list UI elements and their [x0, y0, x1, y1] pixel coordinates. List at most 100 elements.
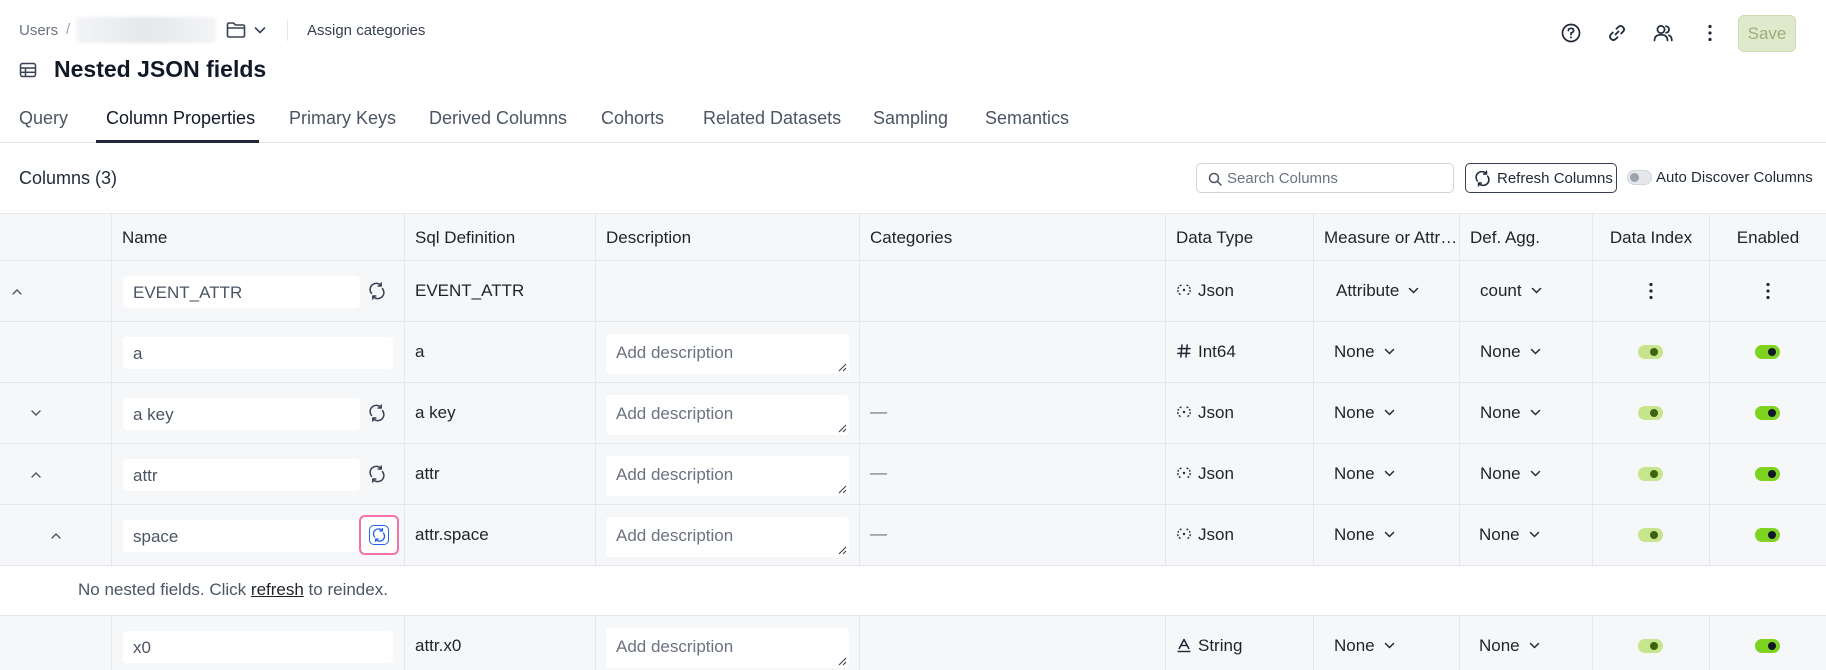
folder-icon[interactable] [226, 21, 246, 39]
chevron-down-icon[interactable] [254, 25, 266, 35]
breadcrumb-users[interactable]: Users [19, 22, 58, 39]
description-input[interactable] [606, 456, 849, 496]
data-index-toggle[interactable] [1638, 345, 1663, 359]
column-name-field[interactable]: EVENT_ATTR [123, 276, 360, 308]
tab-cohorts[interactable]: Cohorts [601, 108, 664, 129]
description-input[interactable] [606, 334, 849, 374]
header-categories[interactable]: Categories [859, 214, 1165, 261]
description-field[interactable] [606, 334, 849, 374]
chevron-down-icon [1530, 409, 1540, 416]
header-enabled[interactable]: Enabled [1709, 214, 1826, 261]
chevron-up-icon[interactable] [30, 471, 42, 479]
tab-column-properties[interactable]: Column Properties [106, 108, 255, 129]
resize-handle-icon[interactable] [838, 657, 847, 666]
chevron-down-icon[interactable] [30, 409, 42, 417]
column-name-field[interactable]: attr [123, 459, 360, 491]
aggregation-select[interactable]: None [1480, 403, 1541, 423]
reindex-icon[interactable] [367, 281, 387, 301]
categories-empty[interactable]: — [870, 402, 887, 422]
toggle-knob [1768, 642, 1776, 650]
column-name-field[interactable]: space [123, 520, 360, 552]
tab-related-datasets[interactable]: Related Datasets [703, 108, 841, 129]
measure-select[interactable]: None [1334, 636, 1395, 656]
resize-handle-icon[interactable] [838, 485, 847, 494]
description-field[interactable] [606, 628, 849, 668]
auto-discover-toggle[interactable] [1627, 170, 1652, 185]
aggregation-select[interactable]: None [1479, 636, 1540, 656]
measure-select[interactable]: None [1334, 403, 1395, 423]
header-default-aggregation[interactable]: Def. Agg. [1459, 214, 1592, 261]
chevron-up-icon[interactable] [50, 532, 62, 540]
assign-categories-link[interactable]: Assign categories [307, 22, 425, 39]
enabled-toggle[interactable] [1755, 406, 1780, 420]
more-vertical-icon[interactable] [1699, 22, 1721, 44]
data-index-toggle[interactable] [1638, 528, 1663, 542]
toggle-knob [1768, 409, 1776, 417]
categories-cell [859, 616, 1165, 670]
aggregation-select[interactable]: None [1479, 525, 1540, 545]
measure-select[interactable]: None [1334, 464, 1395, 484]
aggregation-select[interactable]: None [1480, 342, 1541, 362]
measure-select[interactable]: None [1334, 342, 1395, 362]
help-icon[interactable] [1560, 22, 1582, 44]
tab-semantics[interactable]: Semantics [985, 108, 1069, 129]
header-data-index[interactable]: Data Index [1592, 214, 1709, 261]
data-index-toggle[interactable] [1638, 406, 1663, 420]
refresh-columns-button[interactable]: Refresh Columns [1465, 163, 1617, 193]
reindex-icon[interactable] [367, 464, 387, 484]
resize-handle-icon[interactable] [838, 363, 847, 372]
description-field[interactable] [606, 395, 849, 435]
tab-query[interactable]: Query [19, 108, 68, 129]
header-name[interactable]: Name [111, 214, 404, 261]
description-input[interactable] [606, 628, 849, 668]
column-name-field[interactable]: a [123, 337, 393, 369]
description-field[interactable] [606, 456, 849, 496]
header-measure-or-attribute[interactable]: Measure or Attribute [1313, 214, 1459, 261]
reindex-button-highlighted[interactable] [359, 515, 399, 555]
breadcrumb-redacted-user[interactable] [76, 17, 216, 43]
column-name-field[interactable]: a key [123, 398, 360, 430]
data-index-toggle[interactable] [1638, 467, 1663, 481]
more-vertical-icon[interactable] [1766, 282, 1770, 300]
enabled-toggle[interactable] [1755, 345, 1780, 359]
refresh-link[interactable]: refresh [251, 580, 304, 599]
data-type-label: Json [1176, 403, 1234, 423]
search-box[interactable] [1196, 163, 1454, 193]
enabled-toggle[interactable] [1755, 639, 1780, 653]
resize-handle-icon[interactable] [838, 424, 847, 433]
link-icon[interactable] [1606, 22, 1628, 44]
description-input[interactable] [606, 395, 849, 435]
categories-empty[interactable]: — [870, 524, 887, 544]
hash-icon [1177, 344, 1191, 358]
header-sql-definition[interactable]: Sql Definition [404, 214, 595, 261]
reindex-icon[interactable] [367, 403, 387, 423]
tab-derived-columns[interactable]: Derived Columns [429, 108, 567, 129]
resize-handle-icon[interactable] [838, 546, 847, 555]
toggle-knob [1650, 531, 1658, 539]
data-index-toggle[interactable] [1638, 639, 1663, 653]
column-name-field[interactable]: x0 [123, 631, 393, 663]
description-input[interactable] [606, 517, 849, 557]
search-icon [1208, 172, 1222, 186]
chevron-down-icon [1384, 348, 1394, 355]
aggregation-select[interactable]: count [1480, 281, 1542, 301]
data-type-label: Json [1176, 525, 1234, 545]
save-button[interactable]: Save [1738, 15, 1796, 52]
header-data-type[interactable]: Data Type [1165, 214, 1313, 261]
header-description[interactable]: Description [595, 214, 859, 261]
toggle-knob [1650, 348, 1658, 356]
toggle-knob [1650, 470, 1658, 478]
more-vertical-icon[interactable] [1649, 282, 1653, 300]
categories-empty[interactable]: — [870, 463, 887, 483]
search-columns-input[interactable] [1227, 165, 1447, 191]
aggregation-select[interactable]: None [1480, 464, 1541, 484]
tab-sampling[interactable]: Sampling [873, 108, 948, 129]
tab-primary-keys[interactable]: Primary Keys [289, 108, 396, 129]
users-icon[interactable] [1652, 22, 1674, 44]
measure-select[interactable]: Attribute [1336, 281, 1419, 301]
measure-select[interactable]: None [1334, 525, 1395, 545]
chevron-up-icon[interactable] [11, 288, 23, 296]
enabled-toggle[interactable] [1755, 528, 1780, 542]
description-field[interactable] [606, 517, 849, 557]
enabled-toggle[interactable] [1755, 467, 1780, 481]
